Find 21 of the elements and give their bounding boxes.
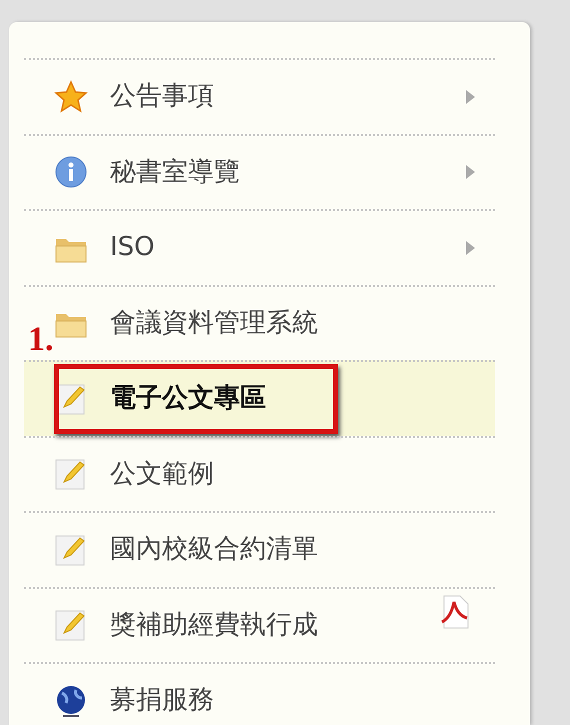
menu-item-label: 獎補助經費執行成 bbox=[110, 608, 318, 642]
menu-item-label: 公文範例 bbox=[110, 458, 214, 491]
step-number: 1. bbox=[28, 322, 54, 356]
menu-item[interactable]: 秘書室導覽 bbox=[24, 134, 495, 209]
globe-icon bbox=[54, 684, 88, 718]
menu-item-label: ISO bbox=[110, 231, 155, 264]
menu-item[interactable]: 募捐服務 bbox=[24, 662, 495, 725]
menu-item-label: 國內校級合約清單 bbox=[110, 533, 318, 566]
menu-item[interactable]: 公文範例 bbox=[24, 436, 495, 511]
menu-item[interactable]: 國內校級合約清單 bbox=[24, 511, 495, 586]
menu-item-label: 會議資料管理系統 bbox=[110, 306, 318, 340]
menu-item-label: 募捐服務 bbox=[110, 684, 214, 718]
menu-item[interactable]: 公告事項 bbox=[24, 58, 495, 134]
menu-item-label: 公告事項 bbox=[110, 80, 214, 114]
menu-item[interactable]: 電子公文專區 bbox=[24, 360, 495, 436]
star-icon bbox=[54, 80, 88, 114]
menu-item[interactable]: 獎補助經費執行成 bbox=[24, 586, 495, 662]
menu-item-label: 電子公文專區 bbox=[110, 382, 266, 416]
menu-item[interactable]: ISO bbox=[24, 209, 495, 284]
menu-item-label: 秘書室導覽 bbox=[110, 156, 240, 189]
info-icon bbox=[54, 155, 88, 190]
